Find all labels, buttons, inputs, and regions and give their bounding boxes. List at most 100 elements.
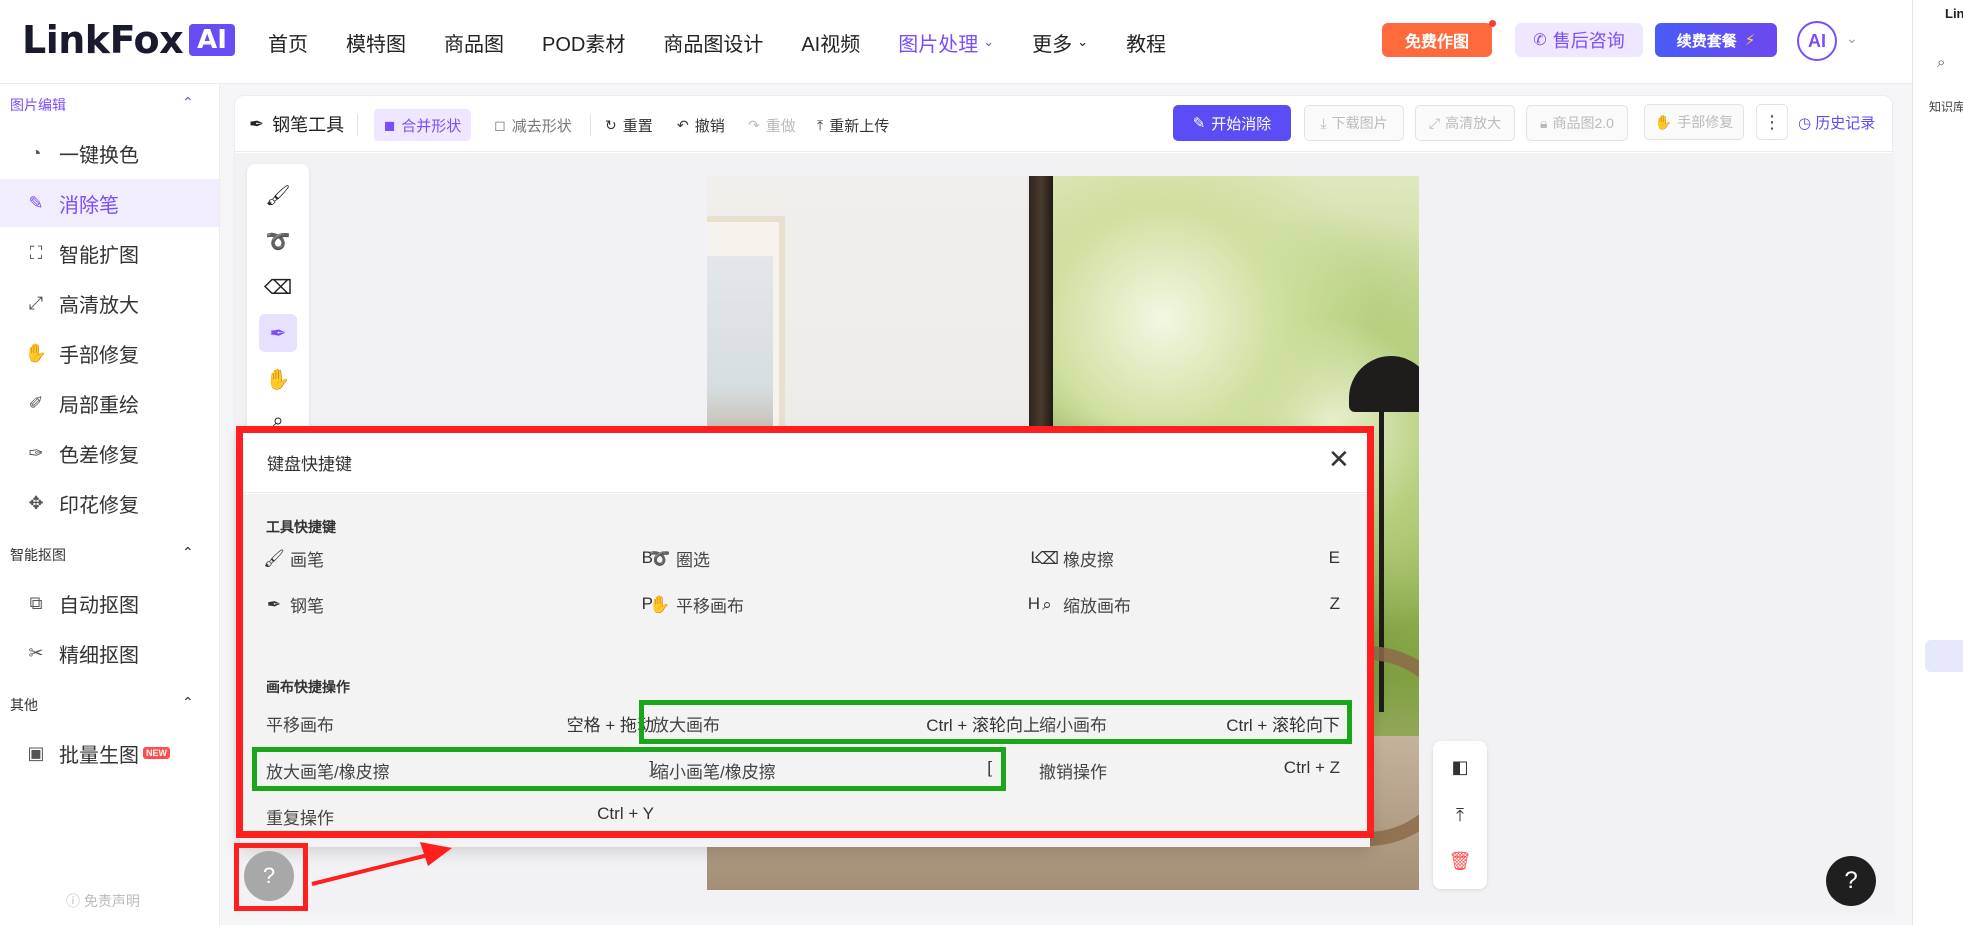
search-icon[interactable]: ⌕: [1937, 54, 1945, 71]
phone-icon: ✆: [1533, 32, 1547, 49]
subtract-shape-button[interactable]: ◻ 减去形状: [488, 109, 578, 141]
start-erase-label: 开始消除: [1211, 115, 1272, 133]
pen-tool[interactable]: ✒: [259, 314, 297, 352]
download-button[interactable]: ⤓ 下载图片: [1304, 105, 1404, 141]
reupload-button[interactable]: ⤒ 重新上传: [817, 109, 889, 141]
merge-shape-button[interactable]: ◼ 合并形状: [374, 109, 471, 141]
divider: [357, 114, 358, 136]
merge-shape-label: 合并形状: [401, 117, 462, 135]
redo-label: 重做: [765, 117, 796, 135]
sidebar-item-label: 批量生图: [59, 744, 139, 767]
redo-icon: ↷: [748, 116, 760, 133]
chevron-down-icon: ⌄: [1077, 34, 1089, 49]
upscale-button[interactable]: ⤢ 高清放大: [1415, 105, 1515, 141]
sidebar-item-eraser-pen[interactable]: ✎ 消除笔: [0, 179, 219, 227]
nav-model-image[interactable]: 模特图: [346, 28, 406, 57]
delete-button[interactable]: 🗑︎: [1433, 841, 1487, 881]
sidebar-item-recolor[interactable]: ◔ 一键换色: [0, 129, 219, 177]
sidebar-item-batch-generate[interactable]: ▣ 批量生图 NEW: [0, 729, 219, 777]
pen-icon: ✒: [249, 113, 265, 134]
start-erase-button[interactable]: ✎ 开始消除: [1173, 105, 1291, 141]
section-title-image-edit[interactable]: 图片编辑: [10, 95, 66, 115]
compare-button[interactable]: ◧: [1433, 747, 1487, 787]
main-nav: 首页 模特图 商品图 POD素材 商品图设计 AI视频 图片处理 ⌄ 更多 ⌄ 教程: [268, 0, 1204, 84]
chevron-up-icon[interactable]: ⌃: [182, 94, 194, 111]
chevron-up-icon[interactable]: ⌃: [182, 544, 194, 561]
trash-icon: 🗑︎: [1448, 850, 1472, 871]
section-title-smart-cutout[interactable]: 智能抠图: [10, 545, 66, 565]
nav-home[interactable]: 首页: [268, 28, 308, 57]
renew-plan-button[interactable]: 续费套餐 ⚡: [1655, 23, 1777, 57]
divider: [590, 114, 591, 136]
right-panel-highlight[interactable]: [1925, 640, 1963, 672]
nav-more[interactable]: 更多 ⌄: [1032, 28, 1088, 57]
sidebar-item-label: 高清放大: [59, 294, 139, 317]
eraser-tool[interactable]: ⌫: [259, 268, 297, 306]
notification-dot: [1489, 20, 1496, 27]
sidebar-item-color-fix[interactable]: ✑ 色差修复: [0, 429, 219, 477]
sidebar-item-label: 智能扩图: [59, 244, 139, 267]
brush-icon: ✐: [28, 392, 44, 413]
nav-pod-assets[interactable]: POD素材: [542, 28, 625, 57]
sidebar-item-pattern-fix[interactable]: ✥ 印花修复: [0, 479, 219, 527]
nav-label: 更多: [1032, 33, 1073, 56]
hand-icon: ✋: [1654, 113, 1673, 130]
subtract-shape-label: 减去形状: [511, 117, 572, 135]
sidebar-item-label: 一键换色: [59, 144, 139, 167]
user-avatar[interactable]: AI: [1797, 21, 1837, 61]
sidebar-item-hand-fix[interactable]: ✋ 手部修复: [0, 329, 219, 377]
sidebar-item-label: 消除笔: [59, 194, 119, 217]
knowledge-base-label[interactable]: 知识库: [1929, 98, 1963, 115]
sidebar: 图片编辑 ⌃ ◔ 一键换色 ✎ 消除笔 ⛶ 智能扩图 ⤢ 高清放大 ✋ 手部修复 ✐ 局部重…: [0, 84, 220, 925]
more-options-button[interactable]: ⋮: [1756, 104, 1788, 140]
section-title-other[interactable]: 其他: [10, 695, 38, 715]
nav-ai-video[interactable]: AI视频: [801, 28, 860, 57]
history-link[interactable]: ◷ 历史记录: [1798, 112, 1875, 133]
avatar-text: AI: [1808, 30, 1826, 51]
section-label: 图片编辑: [10, 97, 66, 113]
brush-icon: 🖌︎: [265, 184, 291, 207]
color-fix-icon: ✑: [28, 442, 44, 463]
hand-fix-button[interactable]: ✋ 手部修复: [1644, 104, 1744, 140]
lock-icon: 🔒︎: [1540, 114, 1548, 131]
export-button[interactable]: ⤒: [1433, 795, 1487, 835]
sidebar-item-auto-cutout[interactable]: ⧉ 自动抠图: [0, 579, 219, 627]
undo-button[interactable]: ↶ 撤销: [677, 109, 725, 141]
logo[interactable]: LinkFox AI: [22, 18, 235, 62]
info-icon: ⓘ: [66, 893, 80, 909]
support-label: 售后咨询: [1552, 31, 1625, 51]
reset-label: 重置: [622, 117, 653, 135]
upload-icon: ⤒: [1456, 804, 1464, 825]
toolbar-title-label: 钢笔工具: [272, 115, 345, 135]
nav-image-processing[interactable]: 图片处理 ⌄: [898, 28, 994, 57]
logo-ai-badge: AI: [189, 24, 235, 56]
compare-icon: ◧: [1451, 756, 1469, 777]
undo-icon: ↶: [677, 116, 689, 133]
free-draw-button[interactable]: 免费作图: [1382, 20, 1496, 57]
nav-product-design[interactable]: 商品图设计: [663, 28, 763, 57]
pattern-icon: ✥: [28, 492, 44, 513]
sidebar-item-inpaint[interactable]: ✐ 局部重绘: [0, 379, 219, 427]
toolbar-title: ✒ 钢笔工具: [249, 111, 344, 137]
nav-product-image[interactable]: 商品图: [444, 28, 504, 57]
sidebar-item-upscale[interactable]: ⤢ 高清放大: [0, 279, 219, 327]
redo-button[interactable]: ↷ 重做: [748, 109, 796, 141]
sidebar-item-expand[interactable]: ⛶ 智能扩图: [0, 229, 219, 277]
nav-tutorial[interactable]: 教程: [1126, 28, 1166, 57]
help-float-button[interactable]: ?: [1826, 856, 1876, 906]
nav-label: AI视频: [801, 33, 861, 56]
download-label: 下载图片: [1331, 115, 1388, 131]
lasso-tool[interactable]: ➰: [259, 222, 297, 260]
chevron-up-icon[interactable]: ⌃: [182, 694, 194, 711]
hand-tool[interactable]: ✋: [259, 360, 297, 398]
chevron-down-icon[interactable]: ⌄: [1846, 30, 1858, 47]
sidebar-item-fine-cutout[interactable]: ✂ 精细抠图: [0, 629, 219, 677]
reset-button[interactable]: ↻ 重置: [605, 109, 653, 141]
brush-tool[interactable]: 🖌︎: [259, 176, 297, 214]
disclaimer-label: 免责声明: [83, 893, 140, 909]
disclaimer-link[interactable]: ⓘ 免责声明: [66, 891, 140, 911]
annotation-red-box: [234, 843, 308, 911]
support-button[interactable]: ✆ 售后咨询: [1515, 23, 1643, 57]
product-image-2-button[interactable]: 🔒︎ 商品图2.0: [1526, 105, 1628, 141]
upscale-icon: ⤢: [28, 292, 44, 313]
